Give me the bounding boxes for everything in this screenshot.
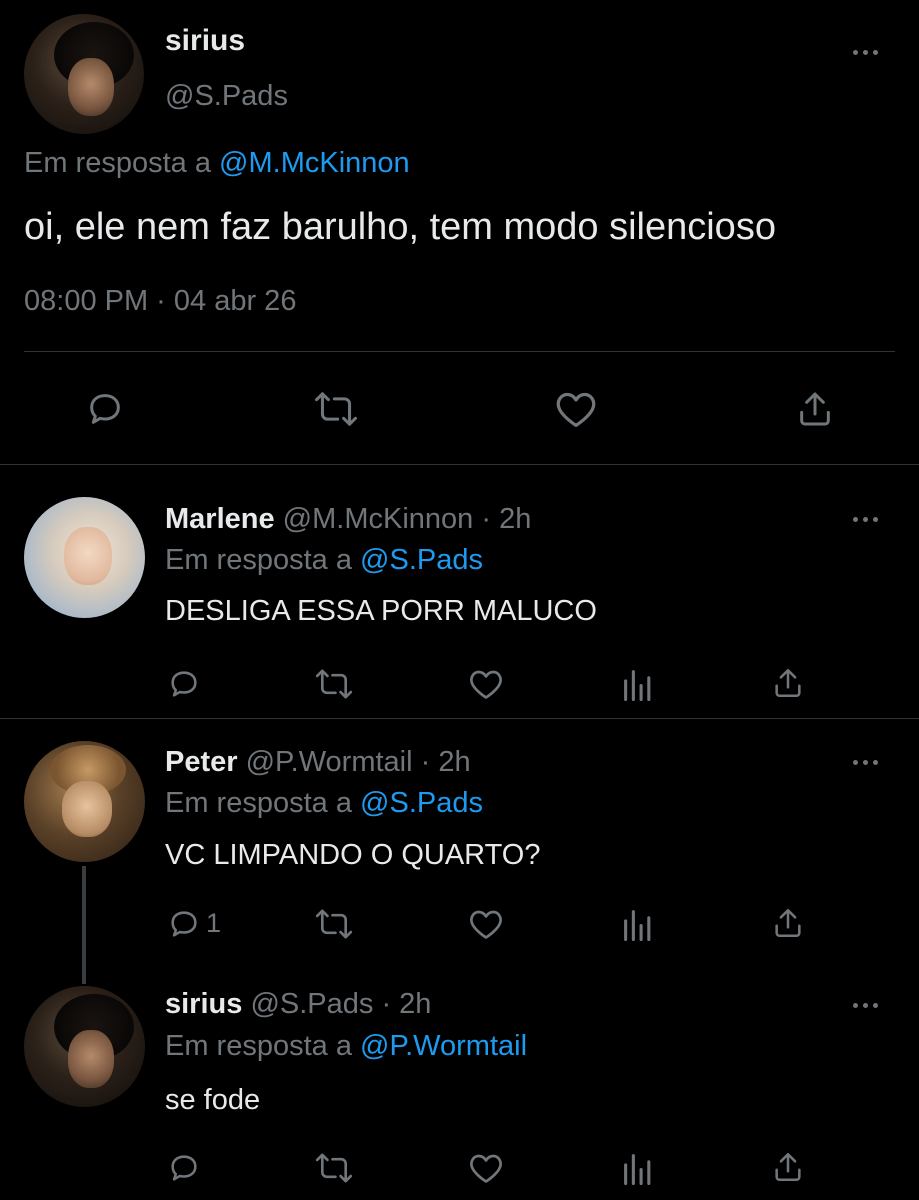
author-name[interactable]: sirius — [165, 24, 245, 58]
tweet-timestamp: 08:00 PM · 04 abr 26 — [24, 285, 297, 317]
author-handle[interactable]: @S.Pads — [250, 988, 373, 1020]
more-options-icon[interactable] — [853, 50, 883, 56]
tweet-header: Marlene @M.McKinnon · 2h — [165, 503, 531, 536]
reply-icon[interactable] — [166, 667, 202, 701]
reply-icon[interactable] — [166, 1151, 202, 1185]
reply-to-link[interactable]: @S.Pads — [360, 544, 483, 576]
tweet-header: Peter @P.Wormtail · 2h — [165, 746, 471, 779]
reply-prefix: Em resposta a — [165, 544, 352, 576]
divider — [0, 464, 919, 465]
reply-prefix: Em resposta a — [165, 1030, 352, 1062]
tweet-time[interactable]: · 2h — [421, 746, 471, 778]
more-options-icon[interactable] — [853, 760, 883, 766]
reply-icon[interactable] — [166, 907, 202, 941]
views-icon[interactable] — [622, 667, 654, 701]
like-icon[interactable] — [468, 667, 504, 701]
thread-connector — [82, 866, 86, 984]
author-name[interactable]: sirius — [165, 988, 242, 1020]
reply-context: Em resposta a @P.Wormtail — [165, 1030, 527, 1063]
retweet-icon[interactable] — [314, 391, 358, 427]
retweet-icon[interactable] — [315, 669, 353, 699]
share-icon[interactable] — [771, 665, 805, 701]
tweet-text: se fode — [165, 1084, 261, 1116]
author-handle[interactable]: @S.Pads — [165, 80, 288, 113]
retweet-icon[interactable] — [315, 909, 353, 939]
reply-prefix: Em resposta a — [165, 787, 352, 819]
reply-prefix: Em resposta a — [24, 147, 211, 179]
share-icon[interactable] — [771, 1149, 805, 1185]
views-icon[interactable] — [622, 1151, 654, 1185]
divider — [0, 718, 919, 719]
reply-icon[interactable] — [84, 389, 126, 429]
tweet-time[interactable]: · 2h — [481, 503, 531, 535]
retweet-icon[interactable] — [315, 1153, 353, 1183]
more-options-icon[interactable] — [853, 517, 883, 523]
author-name[interactable]: Peter — [165, 746, 238, 778]
reply-to-link[interactable]: @P.Wormtail — [360, 1030, 527, 1062]
tweet-text: oi, ele nem faz barulho, tem modo silenc… — [24, 206, 776, 248]
reply-context: Em resposta a @M.McKinnon — [24, 147, 410, 180]
views-icon[interactable] — [622, 907, 654, 941]
avatar[interactable] — [24, 986, 145, 1107]
reply-context: Em resposta a @S.Pads — [165, 544, 483, 577]
tweet-text: VC LIMPANDO O QUARTO? — [165, 839, 541, 871]
avatar[interactable] — [24, 14, 144, 134]
reply-to-link[interactable]: @M.McKinnon — [219, 147, 410, 179]
author-handle[interactable]: @P.Wormtail — [246, 746, 413, 778]
avatar[interactable] — [24, 497, 145, 618]
reply-to-link[interactable]: @S.Pads — [360, 787, 483, 819]
author-name[interactable]: Marlene — [165, 503, 275, 535]
share-icon[interactable] — [771, 905, 805, 941]
divider — [24, 351, 895, 352]
tweet-header: sirius @S.Pads · 2h — [165, 988, 431, 1021]
more-options-icon[interactable] — [853, 1003, 883, 1009]
reply-count: 1 — [206, 908, 222, 938]
reply-context: Em resposta a @S.Pads — [165, 787, 483, 820]
like-icon[interactable] — [468, 907, 504, 941]
tweet-text: DESLIGA ESSA PORR MALUCO — [165, 595, 597, 627]
share-icon[interactable] — [795, 388, 835, 430]
like-icon[interactable] — [468, 1151, 504, 1185]
tweet-time[interactable]: · 2h — [381, 988, 431, 1020]
like-icon[interactable] — [554, 389, 598, 429]
author-handle[interactable]: @M.McKinnon — [283, 503, 474, 535]
avatar[interactable] — [24, 741, 145, 862]
